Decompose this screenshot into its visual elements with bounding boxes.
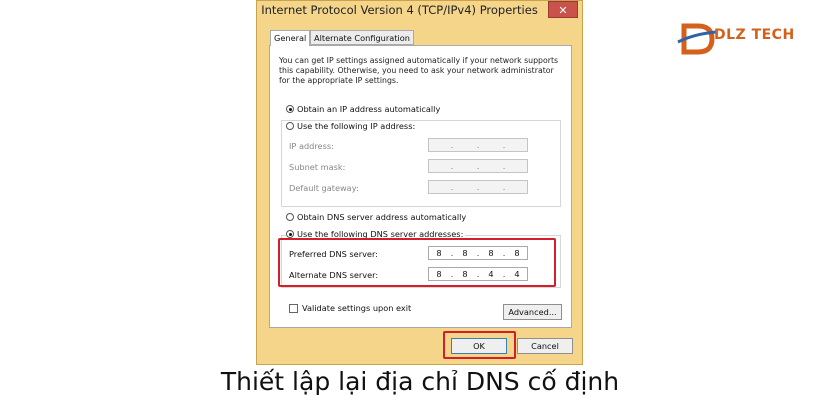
octet (507, 181, 527, 193)
cancel-button[interactable]: Cancel (517, 338, 573, 354)
default-gateway-label: Default gateway: (289, 183, 359, 193)
logo-d-mark-icon (677, 23, 717, 55)
octet (507, 139, 527, 151)
octet (481, 160, 501, 172)
ip-address-label: IP address: (289, 141, 334, 151)
octet (455, 160, 475, 172)
tab-general[interactable]: General (270, 30, 311, 46)
tab-alternate-configuration[interactable]: Alternate Configuration (310, 30, 414, 45)
subnet-mask-input[interactable]: . . . (428, 159, 528, 173)
window-title: Internet Protocol Version 4 (TCP/IPv4) P… (261, 3, 538, 17)
octet (429, 181, 449, 193)
obtain-dns-auto-label: Obtain DNS server address automatically (297, 212, 467, 222)
radio-unselected-icon (286, 213, 294, 221)
octet (507, 160, 527, 172)
general-panel: You can get IP settings assigned automat… (269, 45, 572, 328)
title-bar[interactable]: Internet Protocol Version 4 (TCP/IPv4) P… (257, 1, 582, 21)
advanced-button[interactable]: Advanced... (503, 304, 562, 320)
radio-selected-icon (286, 230, 294, 238)
obtain-ip-auto-label: Obtain an IP address automatically (297, 104, 441, 114)
obtain-dns-auto-radio[interactable]: Obtain DNS server address automatically (286, 212, 469, 222)
image-caption: Thiết lập lại địa chỉ DNS cố định (220, 367, 620, 396)
octet (429, 139, 449, 151)
ok-button-highlight (443, 331, 516, 359)
validate-settings-checkbox[interactable]: Validate settings upon exit (289, 303, 414, 313)
octet (481, 139, 501, 151)
octet (455, 181, 475, 193)
default-gateway-input[interactable]: . . . (428, 180, 528, 194)
close-button[interactable]: ✕ (548, 1, 578, 18)
dns-fields-highlight (278, 238, 556, 287)
logo-text: DLZ TECH (714, 27, 795, 43)
radio-unselected-icon (286, 122, 294, 130)
checkbox-unchecked-icon (289, 303, 298, 313)
dlz-tech-logo: DLZ TECH (672, 16, 802, 62)
tcpip-properties-dialog: Internet Protocol Version 4 (TCP/IPv4) P… (256, 0, 583, 365)
octet (481, 181, 501, 193)
octet (429, 160, 449, 172)
use-following-ip-label: Use the following IP address: (297, 121, 416, 131)
use-following-ip-radio[interactable]: Use the following IP address: (286, 121, 418, 131)
radio-selected-icon (286, 105, 294, 113)
octet (455, 139, 475, 151)
obtain-ip-auto-radio[interactable]: Obtain an IP address automatically (286, 104, 443, 114)
validate-settings-label: Validate settings upon exit (302, 303, 412, 313)
subnet-mask-label: Subnet mask: (289, 162, 346, 172)
ip-address-input[interactable]: . . . (428, 138, 528, 152)
description-text: You can get IP settings assigned automat… (279, 56, 559, 85)
